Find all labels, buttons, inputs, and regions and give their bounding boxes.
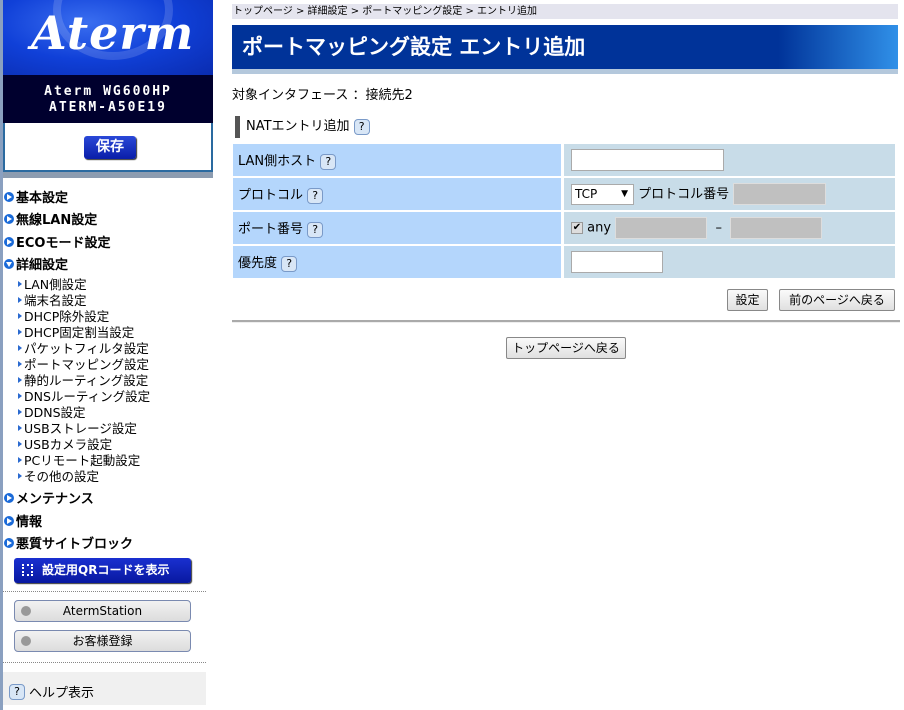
circle-arrow-icon <box>4 236 14 247</box>
circle-arrow-icon <box>4 213 14 224</box>
device-name: ATERM-A50E19 <box>49 100 167 115</box>
lan-host-input[interactable] <box>571 149 724 171</box>
circle-arrow-icon <box>4 492 14 503</box>
breadcrumb: トップページ > 詳細設定 > ポートマッピング設定 > エントリ追加 <box>232 4 898 19</box>
priority-input[interactable] <box>571 251 663 273</box>
triangle-icon <box>18 360 22 367</box>
qr-label: 設定用QRコードを表示 <box>42 563 170 577</box>
help-icon[interactable]: ? <box>281 255 298 272</box>
table-row: ポート番号 ? ✔ any – <box>233 212 895 244</box>
menu-label: 基本設定 <box>16 191 69 206</box>
circle-arrow-icon <box>21 636 31 646</box>
circle-arrow-icon <box>4 515 14 526</box>
divider <box>3 591 206 592</box>
protocol-number-label: プロトコル番号 <box>638 186 730 202</box>
circle-arrow-icon <box>4 191 14 202</box>
model-name: Aterm WG600HP <box>44 84 172 99</box>
set-button[interactable]: 設定 <box>727 289 768 311</box>
help-icon[interactable]: ? <box>307 187 324 204</box>
row-label: ポート番号 ? <box>233 212 564 244</box>
triangle-icon <box>18 392 22 399</box>
row-label: LAN側ホスト ? <box>233 144 564 176</box>
triangle-icon <box>18 344 22 351</box>
circle-arrow-icon <box>21 606 31 616</box>
menu-maintenance[interactable]: メンテナンス <box>4 488 94 507</box>
triangle-icon <box>18 472 22 479</box>
any-checkbox[interactable]: ✔ <box>571 222 583 234</box>
triangle-icon <box>18 440 22 447</box>
triangle-icon <box>18 424 22 431</box>
help-icon: ? <box>9 683 25 700</box>
triangle-icon <box>18 456 22 463</box>
qr-code-button[interactable]: 設定用QRコードを表示 <box>14 558 191 583</box>
menu-label: 無線LAN設定 <box>16 213 98 228</box>
aterm-logo[interactable]: Aterm <box>3 0 213 75</box>
menu-label: 詳細設定 <box>16 258 69 273</box>
triangle-icon <box>18 408 22 415</box>
target-interface: 対象インタフェース ：接続先2 <box>232 88 413 103</box>
qr-code-icon <box>22 564 33 576</box>
triangle-icon <box>18 296 22 303</box>
aterm-station-button[interactable]: AtermStation <box>14 600 191 622</box>
section-heading: NATエントリ追加 ? <box>235 116 370 138</box>
menu-label: ECOモード設定 <box>16 236 111 251</box>
menu-label: メンテナンス <box>16 492 94 507</box>
table-row: 優先度 ? <box>233 246 895 278</box>
range-dash: – <box>715 220 722 236</box>
menu-label: 悪質サイトブロック <box>16 537 134 552</box>
submenu-label: その他の設定 <box>24 469 100 484</box>
table-row: LAN側ホスト ? <box>233 144 895 176</box>
row-label: プロトコル ? <box>233 178 564 210</box>
entry-form-table: LAN側ホスト ? プロトコル ? TCP プロトコル番号 ポート番号 ? ✔ … <box>233 142 895 280</box>
customer-registration-button[interactable]: お客様登録 <box>14 630 191 652</box>
button-label: AtermStation <box>62 604 143 618</box>
triangle-icon <box>18 312 22 319</box>
circle-arrow-down-icon <box>4 258 14 269</box>
menu-wireless[interactable]: 無線LAN設定 <box>4 209 97 228</box>
menu-advanced[interactable]: 詳細設定 <box>4 254 68 273</box>
menu-malicious-site-block[interactable]: 悪質サイトブロック <box>4 533 133 552</box>
divider <box>3 172 213 178</box>
menu-label: 情報 <box>16 515 43 530</box>
triangle-icon <box>18 280 22 287</box>
button-label: お客様登録 <box>72 634 133 648</box>
menu-basic[interactable]: 基本設定 <box>4 187 68 206</box>
save-area: 保存 <box>3 123 213 172</box>
help-label: ヘルプ表示 <box>29 686 95 701</box>
row-label: 優先度 ? <box>233 246 564 278</box>
protocol-select[interactable]: TCP <box>571 183 634 205</box>
save-button[interactable]: 保存 <box>84 136 136 159</box>
help-icon[interactable]: ? <box>353 118 370 135</box>
triangle-icon <box>18 328 22 335</box>
section-title: NATエントリ追加 <box>246 119 350 134</box>
any-label: any <box>587 220 612 236</box>
menu-eco[interactable]: ECOモード設定 <box>4 232 110 251</box>
divider <box>232 320 900 323</box>
port-end-input[interactable] <box>730 217 823 239</box>
submenu-item[interactable]: その他の設定 <box>18 466 99 485</box>
triangle-icon <box>18 376 22 383</box>
table-row: プロトコル ? TCP プロトコル番号 <box>233 178 895 210</box>
help-icon[interactable]: ? <box>320 153 337 170</box>
back-button[interactable]: 前のページへ戻る <box>779 289 895 311</box>
port-start-input[interactable] <box>615 217 708 239</box>
device-info: Aterm WG600HP ATERM-A50E19 <box>3 75 213 123</box>
help-toggle[interactable]: ? ヘルプ表示 <box>3 672 206 705</box>
help-icon[interactable]: ? <box>307 221 324 238</box>
divider <box>3 662 206 663</box>
circle-arrow-icon <box>4 537 14 548</box>
top-page-button[interactable]: トップページへ戻る <box>506 337 626 359</box>
title-underline <box>232 69 898 74</box>
protocol-number-input[interactable] <box>733 183 827 206</box>
page-title: ポートマッピング設定 エントリ追加 <box>232 25 898 69</box>
menu-info[interactable]: 情報 <box>4 511 42 530</box>
